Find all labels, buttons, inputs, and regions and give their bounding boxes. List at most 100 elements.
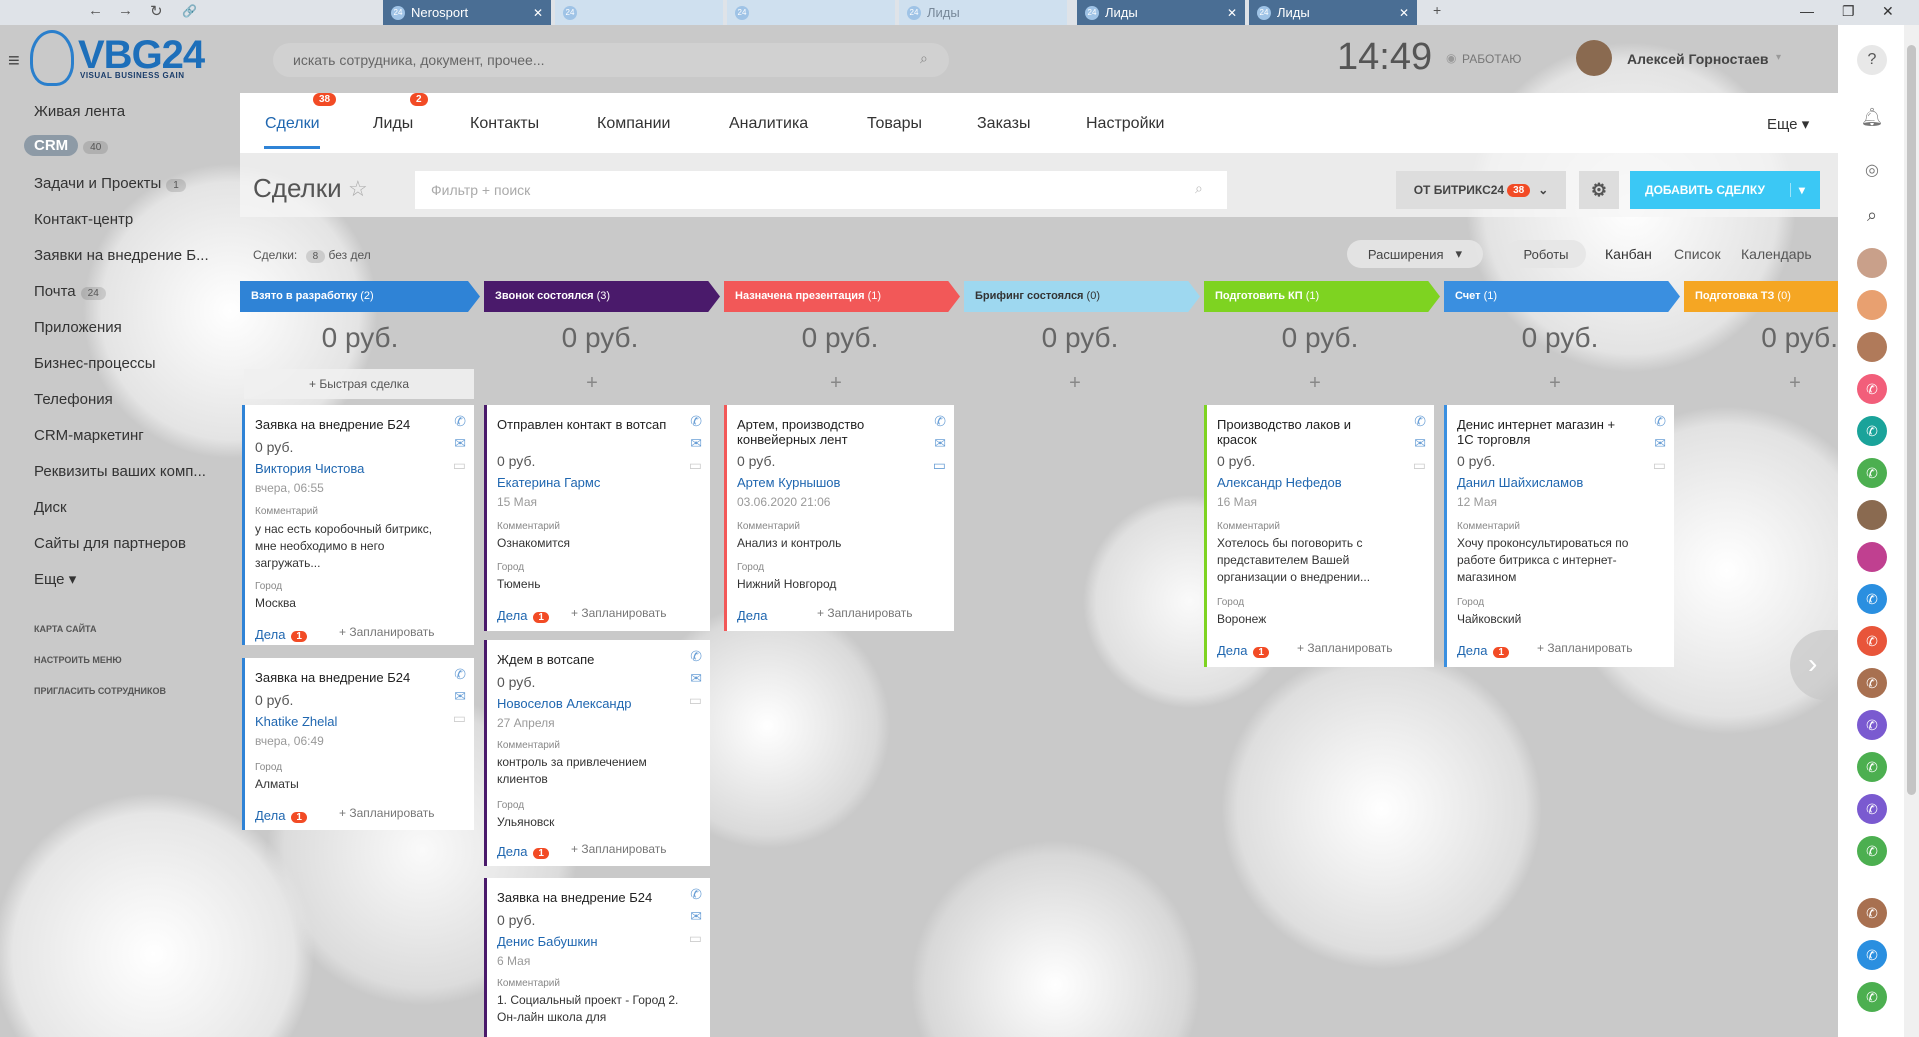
mail-icon[interactable]: ✉ <box>1414 435 1426 452</box>
invite-link[interactable]: ПРИГЛАСИТЬ СОТРУДНИКОВ <box>34 686 166 696</box>
menu-item[interactable]: Контакт-центр <box>34 211 133 228</box>
search-icon[interactable]: ⌕ <box>920 50 928 67</box>
deal-card[interactable]: Ждем в вотсапе 0 руб. Новоселов Александ… <box>484 640 710 866</box>
deals-link[interactable]: Дела 1 <box>1217 643 1269 658</box>
phone-call-icon[interactable]: ✆ <box>1857 710 1887 740</box>
source-filter-button[interactable]: ОТ БИТРИКС24 38 ⌄ <box>1396 171 1566 209</box>
contact-link[interactable]: Артем Курнышов <box>737 475 840 490</box>
menu-item[interactable]: Телефония <box>34 391 113 408</box>
chevron-down-icon[interactable]: ▾ <box>1776 52 1781 63</box>
deals-link[interactable]: Дела <box>737 608 767 623</box>
close-tab-icon[interactable]: ✕ <box>1399 6 1409 20</box>
chat-icon[interactable]: ▭ <box>1653 457 1666 474</box>
maximize-button[interactable]: ❐ <box>1842 3 1855 20</box>
tab-more[interactable]: Еще ▾ <box>1767 115 1809 133</box>
contact-avatar[interactable] <box>1857 290 1887 320</box>
menu-item[interactable]: Почта 24 <box>34 283 106 300</box>
phone-call-icon[interactable]: ✆ <box>1857 982 1887 1012</box>
deals-link[interactable]: Дела 1 <box>255 627 307 642</box>
stage-header[interactable]: Брифинг состоялся (0) <box>964 281 1200 312</box>
plan-link[interactable]: + Запланировать <box>571 842 667 856</box>
menu-item[interactable]: Реквизиты ваших комп... <box>34 463 206 480</box>
chat-icon[interactable]: ▭ <box>453 457 466 474</box>
view-list[interactable]: Список <box>1674 246 1721 262</box>
contact-link[interactable]: Новоселов Александр <box>497 696 631 711</box>
mail-icon[interactable]: ✉ <box>934 435 946 452</box>
plan-link[interactable]: + Запланировать <box>1297 641 1393 655</box>
phone-call-icon[interactable]: ✆ <box>1857 416 1887 446</box>
menu-item[interactable]: CRM-маркетинг <box>34 427 144 444</box>
deal-card[interactable]: Заявка на внедрение Б24 0 руб. Денис Баб… <box>484 878 710 1037</box>
contact-link[interactable]: Александр Нефедов <box>1217 475 1342 490</box>
deal-card[interactable]: Производство лаков и красок 0 руб. Алекс… <box>1204 405 1434 667</box>
mail-icon[interactable]: ✉ <box>454 435 466 452</box>
deals-link[interactable]: Дела 1 <box>497 608 549 623</box>
chat-icon[interactable]: ▭ <box>689 692 702 709</box>
phone-icon[interactable]: ✆ <box>454 413 466 430</box>
contact-link[interactable]: Khatike Zhelal <box>255 714 337 729</box>
contact-avatar[interactable] <box>1857 500 1887 530</box>
hamburger-menu-icon[interactable]: ≡ <box>8 50 20 73</box>
browser-tab[interactable]: 24 Nerosport ✕ <box>383 0 551 25</box>
menu-item[interactable]: Сайты для партнеров <box>34 535 186 552</box>
scroll-right-arrow-icon[interactable]: › <box>1790 630 1838 700</box>
menu-item[interactable]: Диск <box>34 499 67 516</box>
phone-icon[interactable]: ✆ <box>1654 413 1666 430</box>
deals-link[interactable]: Дела 1 <box>1457 643 1509 658</box>
user-name[interactable]: Алексей Горностаев <box>1627 51 1768 67</box>
phone-icon[interactable]: ✆ <box>454 666 466 683</box>
work-status[interactable]: РАБОТАЮ <box>1462 52 1521 66</box>
menu-item-crm[interactable]: CRM 40 <box>24 135 109 156</box>
reload-icon[interactable]: ↻ <box>150 2 163 20</box>
add-deal-plus-icon[interactable]: + <box>1435 372 1675 395</box>
tab-orders[interactable]: Заказы <box>977 115 1030 133</box>
deal-card[interactable]: Заявка на внедрение Б24 0 руб. Виктория … <box>242 405 474 645</box>
close-window-button[interactable]: ✕ <box>1882 3 1894 20</box>
chat-icon[interactable]: ▭ <box>689 930 702 947</box>
phone-icon[interactable]: ✆ <box>690 648 702 665</box>
tab-leads[interactable]: Лиды 2 <box>373 93 428 133</box>
browser-tab[interactable]: 24 Лиды ✕ <box>1077 0 1245 25</box>
star-icon[interactable]: ☆ <box>348 176 368 202</box>
phone-call-icon[interactable]: ✆ <box>1857 794 1887 824</box>
deal-card[interactable]: Заявка на внедрение Б24 0 руб. Khatike Z… <box>242 658 474 830</box>
link-icon[interactable]: 🔗 <box>182 4 197 18</box>
phone-call-icon[interactable]: ✆ <box>1857 584 1887 614</box>
search-icon[interactable]: ⌕ <box>1857 200 1887 230</box>
phone-call-icon[interactable]: ✆ <box>1857 668 1887 698</box>
deals-link[interactable]: Дела 1 <box>497 844 549 859</box>
mail-icon[interactable]: ✉ <box>690 908 702 925</box>
view-kanban[interactable]: Канбан <box>1605 246 1652 262</box>
browser-tab[interactable]: 24 Лиды <box>899 0 1067 25</box>
phone-call-icon[interactable]: ✆ <box>1857 374 1887 404</box>
quick-deal-button[interactable]: + Быстрая сделка <box>244 369 474 399</box>
contact-link[interactable]: Екатерина Гармс <box>497 475 600 490</box>
search-input[interactable]: искать сотрудника, документ, прочее... <box>273 43 949 77</box>
minimize-button[interactable]: — <box>1800 3 1814 19</box>
configure-menu-link[interactable]: НАСТРОИТЬ МЕНЮ <box>34 655 122 665</box>
help-icon[interactable]: ? <box>1857 45 1887 75</box>
contact-avatar[interactable] <box>1857 248 1887 278</box>
close-tab-icon[interactable]: ✕ <box>533 6 543 20</box>
scrollbar-thumb[interactable] <box>1907 45 1916 795</box>
tab-deals[interactable]: Сделки 38 <box>265 93 337 133</box>
robots-button[interactable]: Роботы <box>1506 240 1586 268</box>
plan-link[interactable]: + Запланировать <box>339 625 435 639</box>
menu-item[interactable]: Бизнес-процессы <box>34 355 156 372</box>
scrollbar[interactable] <box>1904 25 1919 1037</box>
user-avatar[interactable] <box>1576 40 1612 76</box>
contact-link[interactable]: Виктория Чистова <box>255 461 364 476</box>
contact-avatar[interactable] <box>1857 332 1887 362</box>
menu-item-more[interactable]: Еще ▾ <box>34 570 76 588</box>
menu-item[interactable]: Живая лента <box>34 103 125 120</box>
browser-tab[interactable]: 24 <box>555 0 723 25</box>
phone-icon[interactable]: ✆ <box>690 886 702 903</box>
tab-contacts[interactable]: Контакты <box>470 115 539 133</box>
back-icon[interactable]: ← <box>88 2 103 19</box>
tab-settings[interactable]: Настройки <box>1086 115 1164 133</box>
add-deal-plus-icon[interactable]: + <box>1195 372 1435 395</box>
sitemap-link[interactable]: КАРТА САЙТА <box>34 624 96 634</box>
new-tab-button[interactable]: + <box>1433 2 1441 18</box>
add-deal-plus-icon[interactable]: + <box>716 372 956 395</box>
contact-link[interactable]: Денис Бабушкин <box>497 934 598 949</box>
